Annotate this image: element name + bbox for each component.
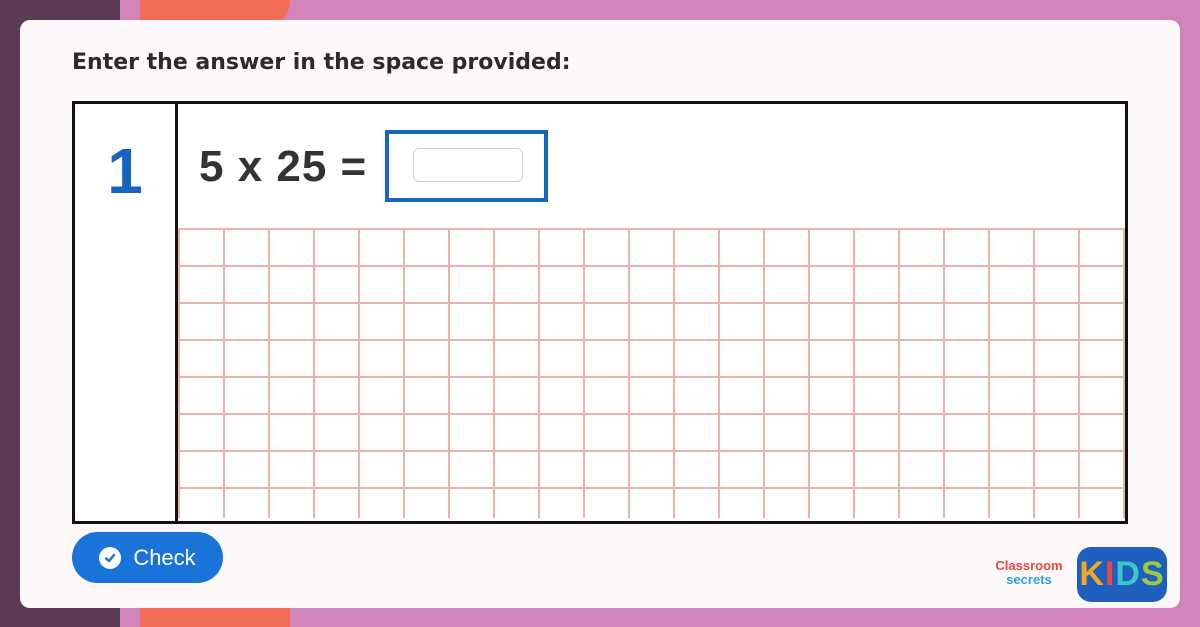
- check-button-label: Check: [133, 544, 196, 570]
- question-number: 1: [107, 135, 143, 207]
- question-number-column: 1: [75, 104, 178, 521]
- check-button[interactable]: Check: [72, 532, 223, 583]
- question-box: 1 5 x 25 =: [72, 101, 1128, 524]
- answer-input[interactable]: [413, 148, 523, 182]
- kids-badge: K I D S: [1077, 547, 1167, 602]
- activity-card: Enter the answer in the space provided: …: [20, 20, 1180, 608]
- equation-text: 5 x 25 =: [199, 142, 368, 191]
- classroom-secrets-kids-logo: Classroom secrets K I D S: [985, 547, 1170, 602]
- check-circle-icon: [99, 546, 122, 569]
- instruction-text: Enter the answer in the space provided:: [72, 50, 571, 75]
- classroom-secrets-wordmark: Classroom secrets: [995, 558, 1063, 587]
- answer-box: [385, 130, 548, 202]
- working-out-grid: [178, 228, 1125, 518]
